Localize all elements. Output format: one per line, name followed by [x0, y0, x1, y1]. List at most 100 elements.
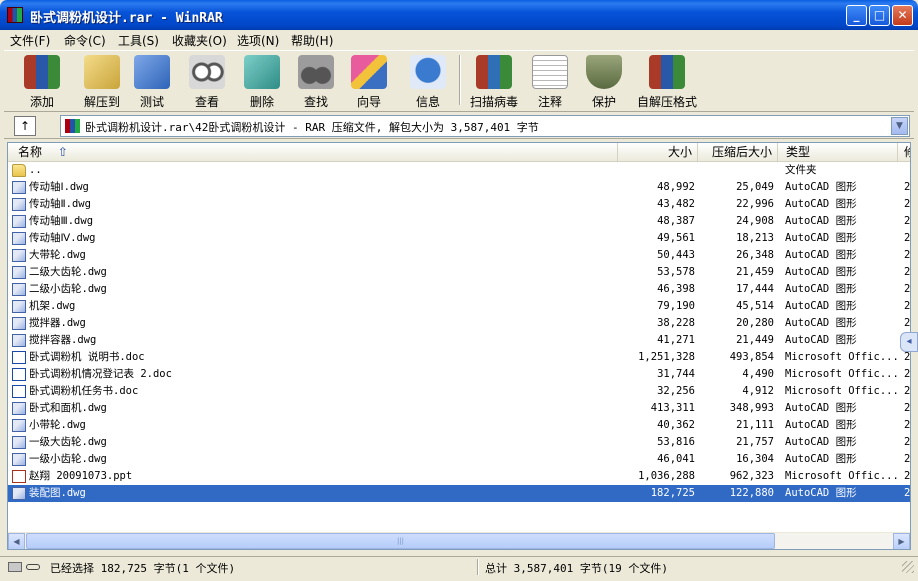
- file-name: 卧式调粉机情况登记表 2.doc: [29, 368, 172, 380]
- chevron-down-icon[interactable]: ▼: [891, 117, 908, 135]
- file-row[interactable]: 二级小齿轮.dwg 46,398 17,444 AutoCAD 图形 2: [8, 281, 910, 298]
- file-row[interactable]: 搅拌器.dwg 38,228 20,280 AutoCAD 图形 2: [8, 315, 910, 332]
- file-type: AutoCAD 图形: [785, 266, 857, 278]
- path-combobox[interactable]: 卧式调粉机设计.rar\42卧式调粉机设计 - RAR 压缩文件, 解包大小为 …: [60, 115, 910, 137]
- file-row[interactable]: .. 文件夹: [8, 162, 910, 179]
- ppt-icon: [12, 470, 26, 483]
- menu-favorites[interactable]: 收藏夹(O): [172, 32, 227, 49]
- file-row[interactable]: 卧式调粉机任务书.doc 32,256 4,912 Microsoft Offic..…: [8, 383, 911, 400]
- toolbar-separator: [459, 55, 461, 105]
- file-row[interactable]: 传动轴Ⅰ.dwg 48,992 25,049 AutoCAD 图形 2: [8, 179, 911, 196]
- virus-scan-button[interactable]: 扫描病毒: [464, 53, 524, 109]
- test-button[interactable]: 测试: [130, 53, 174, 109]
- find-label: 查找: [303, 95, 328, 109]
- dwg-icon: [12, 300, 26, 313]
- sfx-button[interactable]: 自解压格式: [636, 53, 698, 109]
- file-row[interactable]: 机架.dwg 79,190 45,514 AutoCAD 图形 2: [8, 298, 910, 315]
- file-packed-size: 21,757: [736, 436, 774, 448]
- scroll-thumb[interactable]: |||: [26, 533, 775, 549]
- file-type: AutoCAD 图形: [785, 215, 857, 227]
- resize-grip[interactable]: [902, 561, 914, 573]
- file-row[interactable]: 赵翔 20091073.ppt 1,036,288 962,323 Microsoft…: [8, 468, 911, 485]
- column-modified[interactable]: 修: [898, 143, 910, 162]
- menu-commands[interactable]: 命令(C): [64, 32, 106, 49]
- winrar-app-icon[interactable]: [7, 7, 23, 23]
- file-modified: 2: [904, 385, 911, 397]
- menu-file[interactable]: 文件(F): [10, 32, 50, 49]
- dwg-icon: [12, 334, 26, 347]
- file-size: [620, 162, 695, 179]
- find-icon: [298, 55, 334, 89]
- dwg-icon: [12, 181, 26, 194]
- file-row[interactable]: 一级大齿轮.dwg 53,816 21,757 AutoCAD 图形 2: [8, 434, 910, 451]
- file-row[interactable]: 传动轴Ⅱ.dwg 43,482 22,996 AutoCAD 图形 2: [8, 196, 910, 213]
- file-size: 48,992: [657, 181, 695, 193]
- sort-ascending-icon: ⇧: [57, 145, 68, 159]
- wizard-button[interactable]: 向导: [347, 53, 391, 109]
- minimize-button[interactable]: _: [846, 5, 867, 26]
- file-name: 卧式调粉机 说明书.doc: [29, 351, 145, 363]
- column-packed[interactable]: 压缩后大小: [698, 143, 778, 162]
- file-size: 413,311: [650, 402, 695, 414]
- comment-button[interactable]: 注释: [528, 53, 572, 109]
- file-row[interactable]: 卧式调粉机 说明书.doc 1,251,328 493,854 Microsoft O…: [8, 349, 910, 366]
- dwg-icon: [12, 317, 26, 330]
- file-size: 49,561: [657, 232, 695, 244]
- file-type: AutoCAD 图形: [785, 436, 857, 448]
- column-type[interactable]: 类型: [778, 143, 898, 162]
- side-panel-tab[interactable]: ◂: [900, 332, 918, 352]
- file-row[interactable]: 二级大齿轮.dwg 53,578 21,459 AutoCAD 图形 2: [8, 264, 910, 281]
- extract-to-button[interactable]: 解压到: [70, 53, 134, 109]
- info-label: 信息: [415, 95, 440, 109]
- scroll-right-button[interactable]: ▶: [893, 533, 910, 549]
- file-type: AutoCAD 图形: [785, 487, 857, 499]
- file-row[interactable]: 卧式和面机.dwg 413,311 348,993 AutoCAD 图形 2: [8, 400, 910, 417]
- title-bar[interactable]: 卧式调粉机设计.rar - WinRAR _ □ ✕: [0, 0, 918, 30]
- file-row[interactable]: 一级小齿轮.dwg 46,041 16,304 AutoCAD 图形 2: [8, 451, 910, 468]
- file-packed-size: 21,449: [736, 334, 774, 346]
- file-type: AutoCAD 图形: [785, 419, 857, 431]
- file-list[interactable]: 名称 ⇧ 大小 压缩后大小 类型 修 ..文件夹传动轴Ⅰ.dwg48,99225…: [7, 142, 911, 550]
- maximize-button[interactable]: □: [869, 5, 890, 26]
- menu-options[interactable]: 选项(N): [237, 32, 279, 49]
- add-button[interactable]: 添加: [12, 53, 72, 109]
- file-size: 50,443: [657, 249, 695, 261]
- file-row[interactable]: 小带轮.dwg 40,362 21,111 AutoCAD 图形 2: [8, 417, 910, 434]
- menu-help[interactable]: 帮助(H): [291, 32, 333, 49]
- path-text: 卧式调粉机设计.rar\42卧式调粉机设计 - RAR 压缩文件, 解包大小为 …: [85, 121, 539, 134]
- protect-button[interactable]: 保护: [582, 53, 626, 109]
- test-icon: [134, 55, 170, 89]
- dwg-icon: [12, 402, 26, 415]
- file-row[interactable]: 大带轮.dwg 50,443 26,348 AutoCAD 图形 2: [8, 247, 910, 264]
- file-packed-size: 20,280: [736, 317, 774, 329]
- menu-bar: 文件(F) 命令(C) 工具(S) 收藏夹(O) 选项(N) 帮助(H): [4, 30, 914, 50]
- scroll-left-button[interactable]: ◀: [8, 533, 25, 549]
- file-row[interactable]: 卧式调粉机情况登记表 2.doc 31,744 4,490 Microsoft Off…: [8, 366, 910, 383]
- doc-icon: [12, 385, 26, 398]
- address-bar: ↑ 卧式调粉机设计.rar\42卧式调粉机设计 - RAR 压缩文件, 解包大小…: [4, 113, 914, 139]
- find-button[interactable]: 查找: [294, 53, 338, 109]
- file-name: 机架.dwg: [29, 300, 76, 312]
- extract-to-icon: [84, 55, 120, 89]
- file-row[interactable]: 传动轴Ⅳ.dwg 49,561 18,213 AutoCAD 图形 2: [8, 230, 910, 247]
- menu-tools[interactable]: 工具(S): [118, 32, 159, 49]
- file-name: 卧式和面机.dwg: [29, 402, 107, 414]
- horizontal-scrollbar[interactable]: ◀ ||| ▶: [8, 532, 910, 549]
- file-size: 79,190: [657, 300, 695, 312]
- column-name[interactable]: 名称 ⇧: [8, 143, 618, 162]
- info-icon: [410, 55, 446, 89]
- info-button[interactable]: 信息: [406, 53, 450, 109]
- file-row[interactable]: 搅拌容器.dwg41,27121,449AutoCAD 图形2: [8, 332, 910, 349]
- column-size[interactable]: 大小: [618, 143, 698, 162]
- file-modified: 2: [904, 181, 911, 193]
- close-button[interactable]: ✕: [892, 5, 913, 26]
- file-row[interactable]: 装配图.dwg 182,725 122,880 AutoCAD 图形 2: [8, 485, 910, 502]
- up-folder-button[interactable]: ↑: [14, 116, 36, 136]
- file-packed-size: 4,490: [742, 368, 774, 380]
- delete-button[interactable]: 删除: [240, 53, 284, 109]
- file-modified: 2: [904, 470, 911, 482]
- total-status: 总计 3,587,401 字节(19 个文件): [485, 562, 668, 575]
- view-button[interactable]: 查看: [184, 53, 230, 109]
- file-row[interactable]: 传动轴Ⅲ.dwg 48,387 24,908 AutoCAD 图形 2: [8, 213, 910, 230]
- folder-icon: [12, 164, 26, 177]
